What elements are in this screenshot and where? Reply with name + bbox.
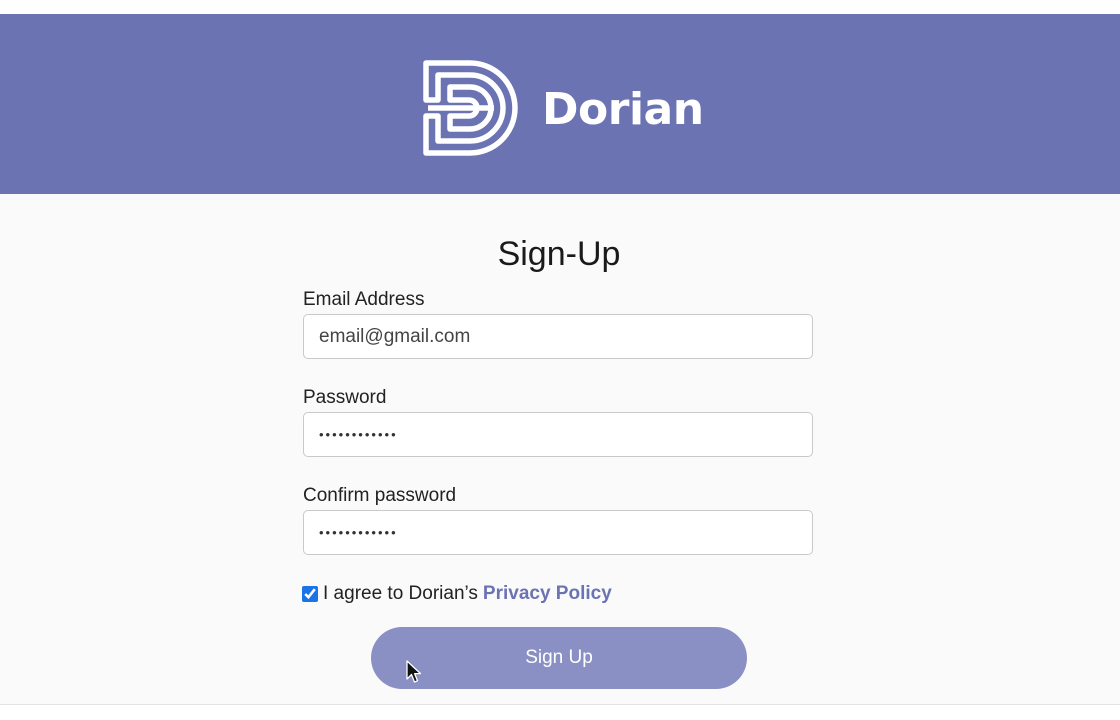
privacy-policy-link[interactable]: Privacy Policy: [483, 583, 612, 605]
brand-name: Dorian: [542, 84, 704, 135]
privacy-agreement-row: I agree to Dorian’s Privacy Policy: [302, 582, 612, 606]
agree-text: I agree to Dorian’s: [323, 583, 478, 604]
email-input[interactable]: [303, 314, 813, 359]
page-title: Sign-Up: [497, 235, 621, 273]
window-top-strip: [0, 0, 1120, 14]
signup-form-area: Sign-Up Email Address Password Confirm p…: [0, 194, 1120, 704]
password-input[interactable]: [303, 412, 813, 457]
sign-up-button[interactable]: Sign Up: [371, 627, 747, 689]
privacy-agree-checkbox[interactable]: [302, 586, 318, 602]
bottom-divider: [0, 704, 1120, 705]
password-label: Password: [303, 387, 387, 408]
brand-header: Dorian: [0, 14, 1120, 194]
confirm-password-label: Confirm password: [303, 485, 457, 506]
confirm-password-input[interactable]: [303, 510, 813, 555]
dorian-logo-icon: [423, 60, 518, 156]
email-label: Email Address: [303, 289, 425, 310]
